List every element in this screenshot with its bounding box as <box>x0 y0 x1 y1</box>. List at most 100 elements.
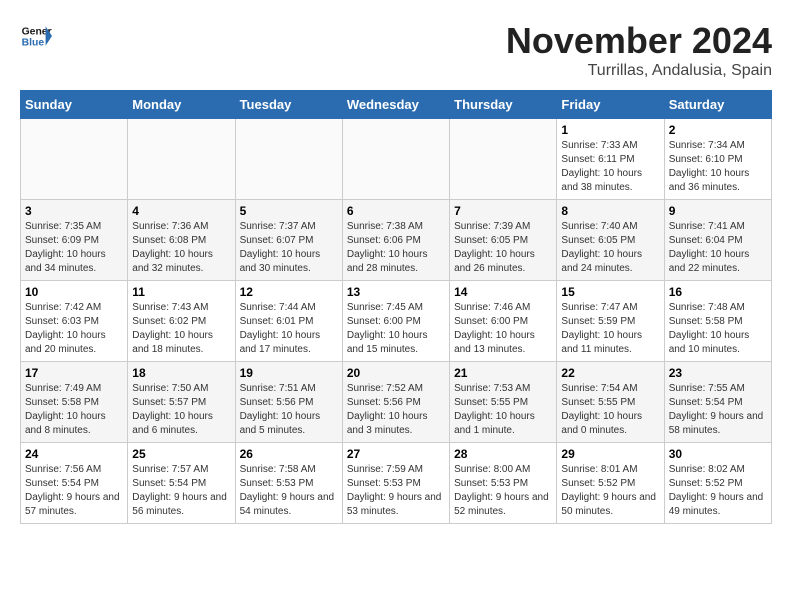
svg-text:Blue: Blue <box>22 38 45 49</box>
day-number: 3 <box>25 204 123 218</box>
day-info: Sunrise: 7:45 AMSunset: 6:00 PMDaylight:… <box>347 301 445 357</box>
day-info: Sunrise: 7:40 AMSunset: 6:05 PMDaylight:… <box>561 220 659 276</box>
day-cell: 8 Sunrise: 7:40 AMSunset: 6:05 PMDaylight… <box>557 200 664 281</box>
day-number: 10 <box>25 285 123 299</box>
day-cell: 1Sunrise: 7:33 AMSunset: 6:11 PMDaylight… <box>557 119 664 200</box>
day-number: 9 <box>669 204 767 218</box>
day-info: Sunrise: 7:47 AMSunset: 5:59 PMDaylight:… <box>561 301 659 357</box>
day-info: Sunrise: 7:42 AMSunset: 6:03 PMDaylight:… <box>25 301 123 357</box>
day-cell: 14 Sunrise: 7:46 AMSunset: 6:00 PMDayligh… <box>450 281 557 362</box>
day-info: Sunrise: 7:54 AMSunset: 5:55 PMDaylight:… <box>561 382 659 438</box>
day-info: Sunrise: 7:51 AMSunset: 5:56 PMDaylight:… <box>240 382 338 438</box>
day-cell: 29Sunrise: 8:01 AMSunset: 5:52 PMDayligh… <box>557 443 664 524</box>
day-number: 24 <box>25 447 123 461</box>
day-number: 26 <box>240 447 338 461</box>
weekday-sunday: Sunday <box>21 91 128 119</box>
day-info: Sunrise: 7:57 AMSunset: 5:54 PMDaylight:… <box>132 463 230 519</box>
day-cell: 11 Sunrise: 7:43 AMSunset: 6:02 PMDayligh… <box>128 281 235 362</box>
weekday-monday: Monday <box>128 91 235 119</box>
location: Turrillas, Andalusia, Spain <box>506 62 772 80</box>
day-number: 7 <box>454 204 552 218</box>
weekday-wednesday: Wednesday <box>342 91 449 119</box>
week-row-5: 24 Sunrise: 7:56 AMSunset: 5:54 PMDayligh… <box>21 443 772 524</box>
day-info: Sunrise: 7:39 AMSunset: 6:05 PMDaylight:… <box>454 220 552 276</box>
calendar: SundayMondayTuesdayWednesdayThursdayFrid… <box>20 90 772 524</box>
week-row-4: 17 Sunrise: 7:49 AMSunset: 5:58 PMDayligh… <box>21 362 772 443</box>
day-number: 6 <box>347 204 445 218</box>
day-cell: 24 Sunrise: 7:56 AMSunset: 5:54 PMDayligh… <box>21 443 128 524</box>
day-cell: 6Sunrise: 7:38 AMSunset: 6:06 PMDaylight… <box>342 200 449 281</box>
day-info: Sunrise: 7:49 AMSunset: 5:58 PMDaylight:… <box>25 382 123 438</box>
day-cell <box>128 119 235 200</box>
day-info: Sunrise: 7:58 AMSunset: 5:53 PMDaylight:… <box>240 463 338 519</box>
day-info: Sunrise: 8:00 AMSunset: 5:53 PMDaylight:… <box>454 463 552 519</box>
day-number: 14 <box>454 285 552 299</box>
month-title: November 2024 <box>506 20 772 62</box>
day-cell: 28Sunrise: 8:00 AMSunset: 5:53 PMDayligh… <box>450 443 557 524</box>
week-row-3: 10 Sunrise: 7:42 AMSunset: 6:03 PMDayligh… <box>21 281 772 362</box>
day-number: 11 <box>132 285 230 299</box>
day-cell: 9 Sunrise: 7:41 AMSunset: 6:04 PMDaylight… <box>664 200 771 281</box>
day-cell: 13 Sunrise: 7:45 AMSunset: 6:00 PMDayligh… <box>342 281 449 362</box>
day-number: 13 <box>347 285 445 299</box>
weekday-thursday: Thursday <box>450 91 557 119</box>
day-number: 17 <box>25 366 123 380</box>
weekday-tuesday: Tuesday <box>235 91 342 119</box>
day-info: Sunrise: 7:52 AMSunset: 5:56 PMDaylight:… <box>347 382 445 438</box>
week-row-1: 1Sunrise: 7:33 AMSunset: 6:11 PMDaylight… <box>21 119 772 200</box>
day-cell: 25 Sunrise: 7:57 AMSunset: 5:54 PMDayligh… <box>128 443 235 524</box>
day-cell: 15 Sunrise: 7:47 AMSunset: 5:59 PMDayligh… <box>557 281 664 362</box>
day-info: Sunrise: 7:43 AMSunset: 6:02 PMDaylight:… <box>132 301 230 357</box>
day-number: 4 <box>132 204 230 218</box>
day-cell: 19 Sunrise: 7:51 AMSunset: 5:56 PMDayligh… <box>235 362 342 443</box>
title-area: November 2024 Turrillas, Andalusia, Spai… <box>506 20 772 80</box>
day-number: 30 <box>669 447 767 461</box>
day-cell: 10 Sunrise: 7:42 AMSunset: 6:03 PMDayligh… <box>21 281 128 362</box>
day-number: 2 <box>669 123 767 137</box>
day-number: 20 <box>347 366 445 380</box>
day-cell: 20 Sunrise: 7:52 AMSunset: 5:56 PMDayligh… <box>342 362 449 443</box>
day-number: 19 <box>240 366 338 380</box>
day-info: Sunrise: 7:50 AMSunset: 5:57 PMDaylight:… <box>132 382 230 438</box>
day-info: Sunrise: 7:41 AMSunset: 6:04 PMDaylight:… <box>669 220 767 276</box>
day-cell: 3 Sunrise: 7:35 AMSunset: 6:09 PMDaylight… <box>21 200 128 281</box>
day-info: Sunrise: 7:59 AMSunset: 5:53 PMDaylight:… <box>347 463 445 519</box>
logo-icon: General Blue <box>20 20 52 52</box>
day-cell: 18 Sunrise: 7:50 AMSunset: 5:57 PMDayligh… <box>128 362 235 443</box>
day-info: Sunrise: 8:02 AMSunset: 5:52 PMDaylight:… <box>669 463 767 519</box>
day-cell: 26 Sunrise: 7:58 AMSunset: 5:53 PMDayligh… <box>235 443 342 524</box>
day-number: 27 <box>347 447 445 461</box>
calendar-header: SundayMondayTuesdayWednesdayThursdayFrid… <box>21 91 772 119</box>
week-row-2: 3 Sunrise: 7:35 AMSunset: 6:09 PMDaylight… <box>21 200 772 281</box>
day-info: Sunrise: 7:34 AMSunset: 6:10 PMDaylight:… <box>669 139 767 195</box>
day-info: Sunrise: 7:35 AMSunset: 6:09 PMDaylight:… <box>25 220 123 276</box>
day-number: 25 <box>132 447 230 461</box>
day-cell: 23Sunrise: 7:55 AMSunset: 5:54 PMDayligh… <box>664 362 771 443</box>
day-cell: 12 Sunrise: 7:44 AMSunset: 6:01 PMDayligh… <box>235 281 342 362</box>
day-cell <box>342 119 449 200</box>
day-info: Sunrise: 7:48 AMSunset: 5:58 PMDaylight:… <box>669 301 767 357</box>
day-info: Sunrise: 7:56 AMSunset: 5:54 PMDaylight:… <box>25 463 123 519</box>
day-number: 29 <box>561 447 659 461</box>
day-info: Sunrise: 7:37 AMSunset: 6:07 PMDaylight:… <box>240 220 338 276</box>
day-cell <box>235 119 342 200</box>
day-number: 16 <box>669 285 767 299</box>
day-number: 15 <box>561 285 659 299</box>
day-cell: 21Sunrise: 7:53 AMSunset: 5:55 PMDayligh… <box>450 362 557 443</box>
day-number: 8 <box>561 204 659 218</box>
day-cell <box>21 119 128 200</box>
day-cell: 16 Sunrise: 7:48 AMSunset: 5:58 PMDayligh… <box>664 281 771 362</box>
day-number: 23 <box>669 366 767 380</box>
day-number: 5 <box>240 204 338 218</box>
day-cell: 22Sunrise: 7:54 AMSunset: 5:55 PMDayligh… <box>557 362 664 443</box>
day-cell: 30 Sunrise: 8:02 AMSunset: 5:52 PMDayligh… <box>664 443 771 524</box>
day-cell: 7 Sunrise: 7:39 AMSunset: 6:05 PMDaylight… <box>450 200 557 281</box>
day-info: Sunrise: 7:46 AMSunset: 6:00 PMDaylight:… <box>454 301 552 357</box>
day-number: 12 <box>240 285 338 299</box>
day-cell <box>450 119 557 200</box>
day-info: Sunrise: 7:33 AMSunset: 6:11 PMDaylight:… <box>561 139 659 195</box>
day-cell: 17 Sunrise: 7:49 AMSunset: 5:58 PMDayligh… <box>21 362 128 443</box>
day-number: 18 <box>132 366 230 380</box>
day-info: Sunrise: 7:44 AMSunset: 6:01 PMDaylight:… <box>240 301 338 357</box>
weekday-saturday: Saturday <box>664 91 771 119</box>
